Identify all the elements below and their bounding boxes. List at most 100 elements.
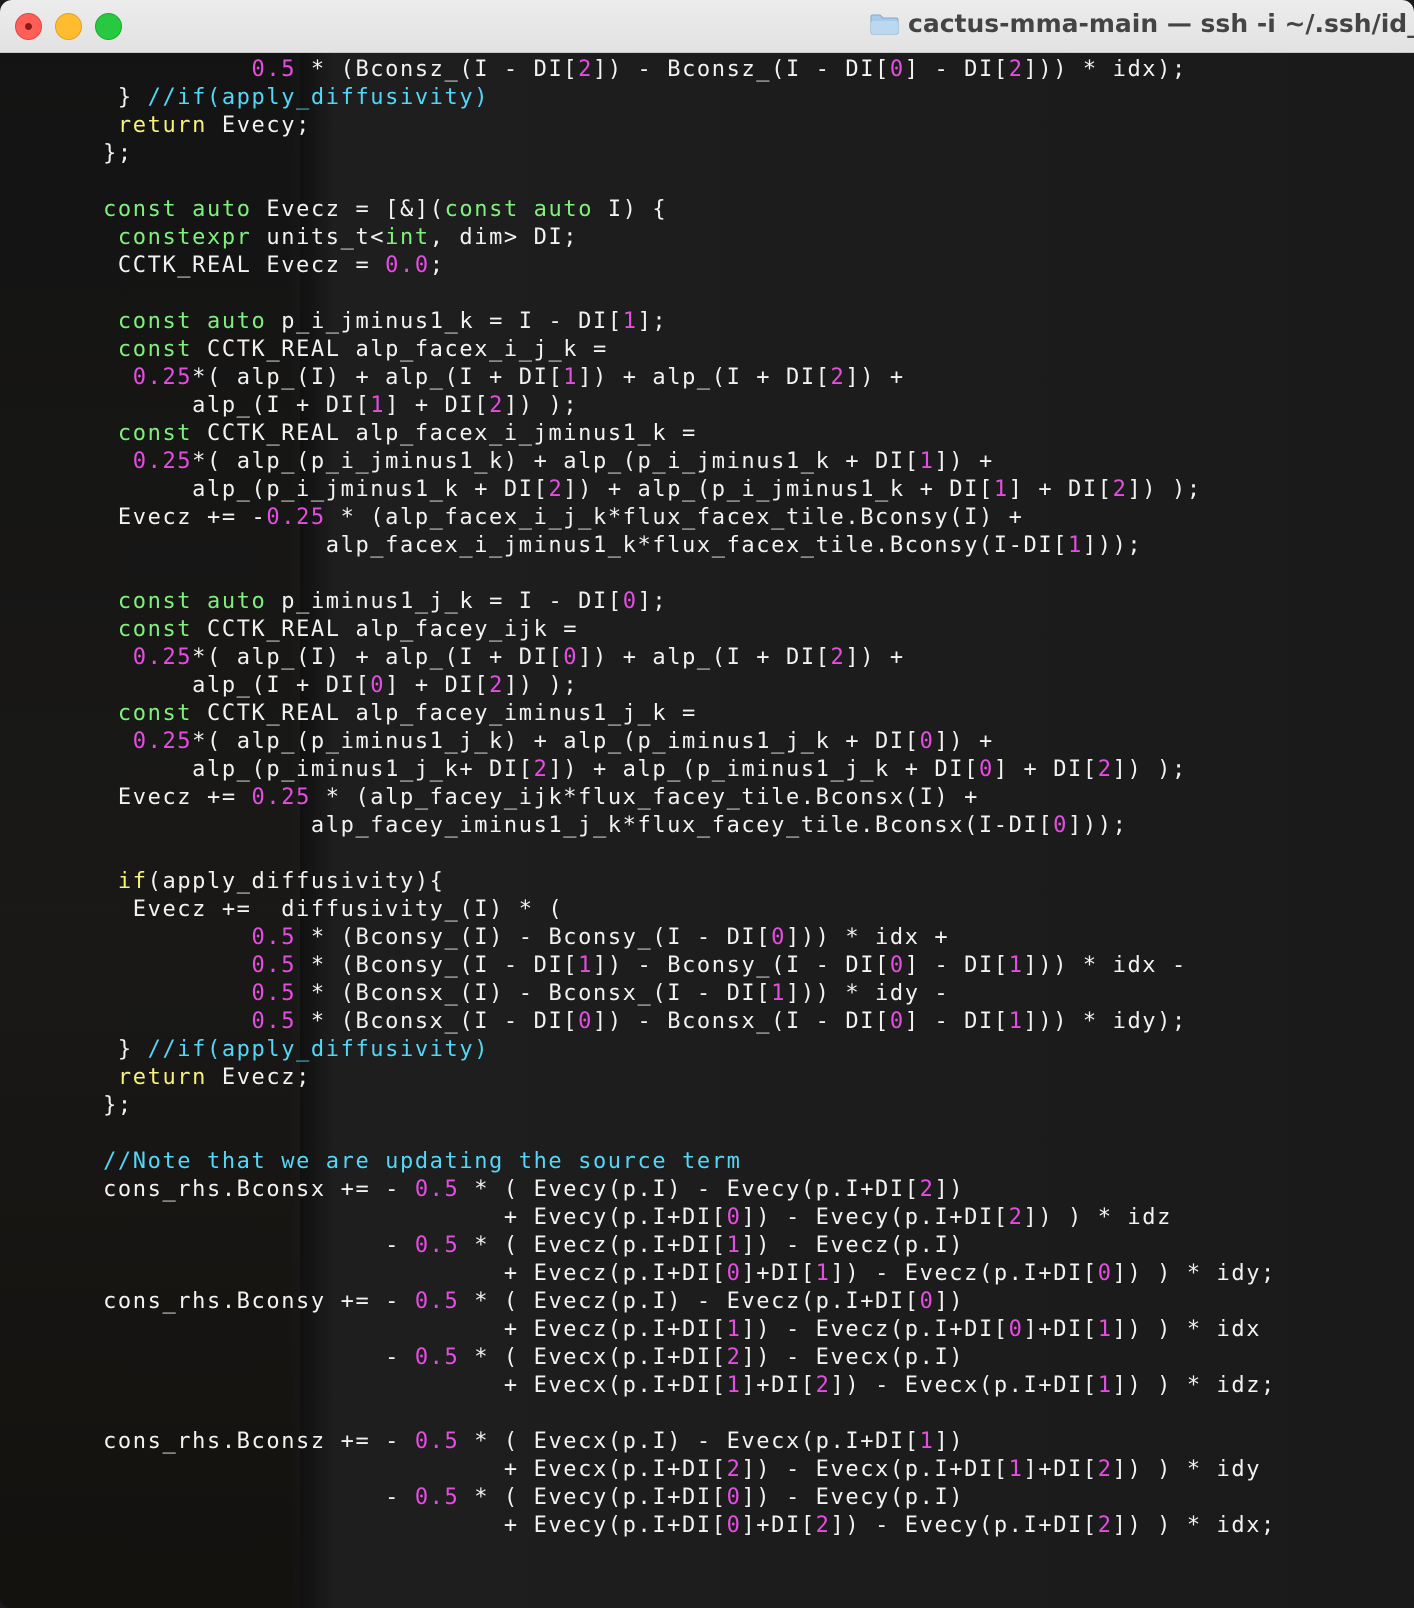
code-token: 2 bbox=[1008, 57, 1024, 82]
code-token: 1 bbox=[993, 477, 1009, 502]
zoom-button[interactable] bbox=[95, 13, 122, 40]
code-token: ]) + alp_(I + DI[ bbox=[578, 365, 831, 390]
code-line: }; bbox=[14, 141, 133, 166]
code-token: ]+DI[ bbox=[1023, 1317, 1098, 1342]
code-line: - 0.5 * ( Evecz(p.I+DI[1]) - Evecz(p.I) bbox=[14, 1233, 964, 1258]
code-token: ]) + bbox=[845, 645, 905, 670]
code-line: const auto Evecz = [&](const auto I) { bbox=[14, 197, 667, 222]
code-token: Evecy; bbox=[207, 113, 311, 138]
code-token: 1 bbox=[578, 953, 593, 978]
code-token: ]) ); bbox=[503, 673, 579, 698]
code-token: 0.5 bbox=[414, 1233, 460, 1258]
code-token: ]+DI[ bbox=[741, 1513, 816, 1538]
code-token: auto bbox=[533, 197, 594, 222]
code-token: alp_(p_i_jminus1_k + DI[ bbox=[14, 477, 549, 502]
code-token: * (Bconsy_(I - DI[ bbox=[296, 953, 579, 978]
code-line: //Note that we are updating the source t… bbox=[14, 1149, 741, 1174]
code-token: 0 bbox=[889, 953, 905, 978]
code-token: 0.25 bbox=[132, 449, 193, 474]
code-token: ] - DI[ bbox=[904, 57, 1009, 82]
title-bar[interactable]: cactus-mma-main — ssh -i ~/.ssh/id_ec bbox=[0, 0, 1414, 53]
code-token: alp_facex_i_jminus1_k*flux_facex_tile.Bc… bbox=[14, 533, 1069, 558]
code-line: const auto p_i_jminus1_k = I - DI[1]; bbox=[14, 309, 667, 334]
code-token: return bbox=[117, 1065, 207, 1090]
code-token: + Evecz(p.I+DI[ bbox=[14, 1261, 727, 1286]
code-line: alp_(p_iminus1_j_k+ DI[2]) + alp_(p_imin… bbox=[14, 757, 1187, 782]
code-token: //Note that we are updating the source t… bbox=[103, 1149, 742, 1174]
code-token: 2 bbox=[1112, 477, 1128, 502]
code-token: const bbox=[444, 197, 519, 222]
code-line: 0.25*( alp_(p_iminus1_j_k) + alp_(p_imin… bbox=[14, 729, 994, 754]
code-token: alp_(p_iminus1_j_k+ DI[ bbox=[14, 757, 534, 782]
code-token: alp_(I + DI[ bbox=[14, 673, 371, 698]
code-line: const CCTK_REAL alp_facex_i_j_k = bbox=[14, 337, 608, 362]
code-token: ]+DI[ bbox=[1023, 1457, 1098, 1482]
code-token: ]) bbox=[934, 1429, 965, 1454]
code-token: ]) - Bconsy_(I - DI[ bbox=[593, 953, 890, 978]
code-token: 0 bbox=[889, 1009, 905, 1034]
code-token: const bbox=[117, 337, 193, 362]
code-token: Evecz += bbox=[14, 785, 252, 810]
minimize-button[interactable] bbox=[55, 13, 82, 40]
code-line: }; bbox=[14, 1093, 133, 1118]
code-line: alp_facex_i_jminus1_k*flux_facex_tile.Bc… bbox=[14, 533, 1142, 558]
code-token: * ( Evecz(p.I) - Evecz(p.I+DI[ bbox=[459, 1289, 920, 1314]
code-token: - bbox=[14, 1485, 415, 1510]
folder-icon bbox=[870, 14, 899, 35]
code-token: auto bbox=[192, 197, 252, 222]
code-token: * (Bconsx_(I) - Bconsx_(I - DI[ bbox=[296, 981, 772, 1006]
code-token: 0 bbox=[622, 589, 638, 614]
code-token: ]) - Bconsz_(I - DI[ bbox=[593, 57, 890, 82]
code-token: 0 bbox=[889, 57, 905, 82]
code-token: cons_rhs.Bconsz += - bbox=[14, 1429, 415, 1454]
code-token: 0.25 bbox=[132, 729, 193, 754]
code-listing[interactable]: 0.5 * (Bconsz_(I - DI[2]) - Bconsz_(I - … bbox=[14, 56, 1276, 1540]
code-token: 1 bbox=[1097, 1373, 1113, 1398]
code-line: - 0.5 * ( Evecy(p.I+DI[0]) - Evecy(p.I) bbox=[14, 1485, 964, 1510]
code-token: 2 bbox=[726, 1457, 742, 1482]
code-token: //if(apply_diffusivity) bbox=[147, 1037, 490, 1062]
code-token: 0 bbox=[578, 1009, 593, 1034]
code-token: ]) ) * idy; bbox=[1112, 1261, 1276, 1286]
code-token: ; bbox=[429, 253, 445, 278]
code-token: *( alp_(p_i_jminus1_k) + alp_(p_i_jminus… bbox=[192, 449, 920, 474]
code-token: *( alp_(p_iminus1_j_k) + alp_(p_iminus1_… bbox=[192, 729, 920, 754]
code-token: ]) ); bbox=[503, 393, 579, 418]
code-token: + Evecx(p.I+DI[ bbox=[14, 1457, 727, 1482]
code-token: 0.5 bbox=[414, 1429, 460, 1454]
code-token: 0.5 bbox=[251, 1009, 297, 1034]
code-token: 2 bbox=[533, 757, 549, 782]
code-token: ]) - Evecz(p.I+DI[ bbox=[830, 1261, 1098, 1286]
code-token: 0.5 bbox=[414, 1345, 460, 1370]
code-line: alp_facey_iminus1_j_k*flux_facey_tile.Bc… bbox=[14, 813, 1127, 838]
code-token: 0 bbox=[919, 1289, 935, 1314]
close-button[interactable] bbox=[15, 13, 42, 40]
code-token: 0 bbox=[726, 1513, 742, 1538]
code-line: 0.5 * (Bconsy_(I - DI[1]) - Bconsy_(I - … bbox=[14, 953, 1187, 978]
code-token: 0 bbox=[726, 1261, 742, 1286]
code-token: 1 bbox=[726, 1317, 742, 1342]
code-line: constexpr units_t<int, dim> DI; bbox=[14, 225, 578, 250]
code-token: 0.25 bbox=[132, 645, 193, 670]
code-token: * ( Evecy(p.I) - Evecy(p.I+DI[ bbox=[459, 1177, 920, 1202]
code-token: 0.5 bbox=[414, 1289, 460, 1314]
code-token: 0.25 bbox=[266, 505, 326, 530]
code-token: ]) ); bbox=[1127, 477, 1202, 502]
code-line: return Evecy; bbox=[14, 113, 311, 138]
code-token: }; bbox=[14, 141, 133, 166]
code-line: 0.25*( alp_(I) + alp_(I + DI[1]) + alp_(… bbox=[14, 365, 905, 390]
code-token: const bbox=[103, 197, 178, 222]
code-token: ]) - Bconsx_(I - DI[ bbox=[593, 1009, 890, 1034]
code-token: CCTK_REAL alp_facex_i_j_k = bbox=[192, 337, 608, 362]
terminal-window: cactus-mma-main — ssh -i ~/.ssh/id_ec 0.… bbox=[0, 0, 1414, 1608]
code-token: cons_rhs.Bconsx += - bbox=[14, 1177, 415, 1202]
code-token: }; bbox=[14, 1093, 133, 1118]
code-token: const bbox=[117, 309, 193, 334]
code-token: (apply_diffusivity){ bbox=[147, 869, 445, 894]
code-line: alp_(p_i_jminus1_k + DI[2]) + alp_(p_i_j… bbox=[14, 477, 1202, 502]
code-token: + Evecz(p.I+DI[ bbox=[14, 1317, 727, 1342]
